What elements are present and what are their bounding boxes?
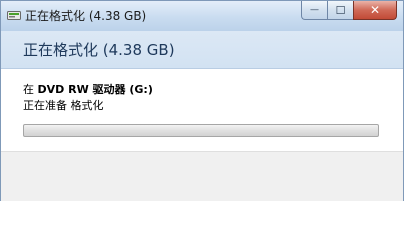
caption-buttons: — ☐ ✕ [301,1,397,20]
drive-prefix: 在 [23,83,34,96]
dialog-heading: 正在格式化 (4.38 GB) [23,41,175,59]
status-text: 正在准备 格式化 [23,99,104,112]
dialog-header: 正在格式化 (4.38 GB) [1,31,403,69]
title-bar[interactable]: 正在格式化 (4.38 GB) — ☐ ✕ [1,1,403,31]
minimize-button[interactable]: — [301,1,327,20]
format-progress-bar [23,124,379,137]
drive-format-icon [7,11,21,20]
dialog-footer [1,151,403,201]
close-icon: ✕ [369,3,381,17]
maximize-icon: ☐ [335,3,346,17]
format-dialog-window: 正在格式化 (4.38 GB) — ☐ ✕ 正在格式化 (4.38 GB) 在 … [0,0,404,201]
close-button[interactable]: ✕ [353,1,397,20]
window-title: 正在格式化 (4.38 GB) [25,9,147,23]
drive-name: DVD RW 驱动器 (G:) [37,83,153,96]
drive-line: 在 DVD RW 驱动器 (G:) [23,81,153,97]
maximize-button[interactable]: ☐ [327,1,353,20]
dialog-content: 在 DVD RW 驱动器 (G:) 正在准备 格式化 [1,69,403,151]
minimize-icon: — [310,5,319,15]
